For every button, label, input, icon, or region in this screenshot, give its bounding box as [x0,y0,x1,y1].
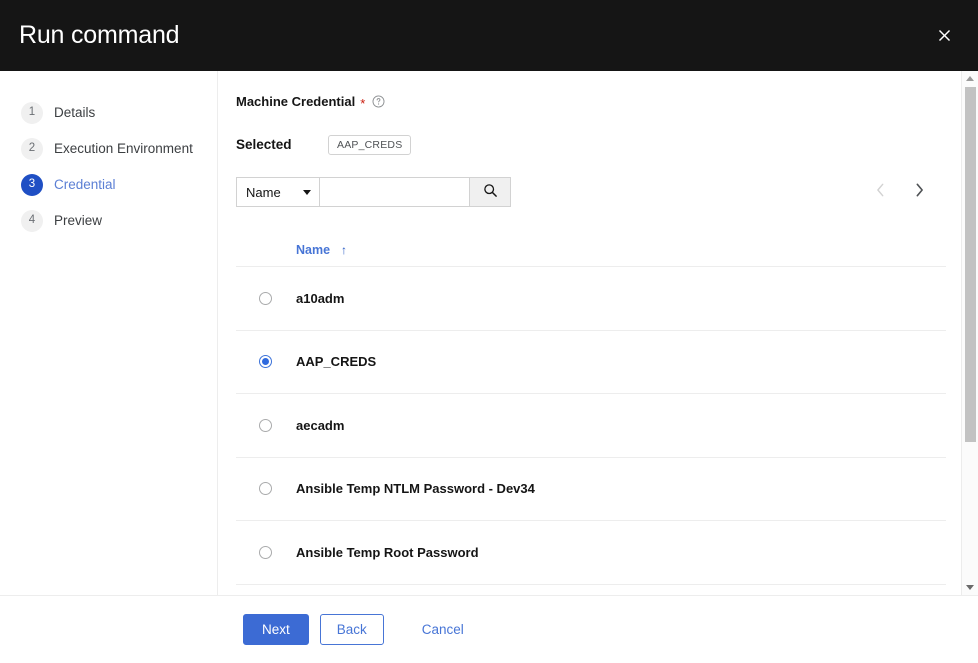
table-row[interactable]: a10adm [236,267,946,331]
step-label-credential: Credential [54,177,116,193]
search-input[interactable] [319,177,469,207]
selected-label: Selected [236,137,292,153]
modal-body: 1 Details 2 Execution Environment 3 Cred… [0,71,978,595]
machine-credential-label: Machine Credential [236,94,356,109]
credential-table: Name ↑ a10adm AAP_CREDS aecadm Ansible T… [236,233,946,585]
credential-radio[interactable] [259,355,272,369]
credential-radio[interactable] [259,291,272,305]
credential-name: AAP_CREDS [296,354,377,370]
credential-name: a10adm [296,290,345,306]
step-label-execution-environment: Execution Environment [54,141,193,157]
wizard-step-nav: 1 Details 2 Execution Environment 3 Cred… [0,71,218,595]
step-number-2: 2 [21,138,43,160]
sidebar-item-credential[interactable]: 3 Credential [0,167,217,203]
triangle-up-icon [966,76,974,81]
sidebar-item-details[interactable]: 1 Details [0,95,217,131]
credential-name: Ansible Temp Root Password [296,544,479,560]
machine-credential-label-row: Machine Credential * [236,94,946,111]
table-row[interactable]: Ansible Temp Root Password [236,521,946,585]
pagination-controls [870,177,946,202]
close-icon [937,28,952,43]
credential-radio[interactable] [259,545,272,559]
step-number-4: 4 [21,210,43,232]
chevron-right-icon [915,183,924,200]
page-title: Run command [19,21,180,49]
table-row[interactable]: Ansible Temp NTLM Password - Dev34 [236,458,946,521]
credential-toolbar: Name [236,177,946,207]
search-icon [483,183,498,201]
modal-header: Run command [0,0,978,71]
search-group: Name [236,177,511,207]
row-radio-cell [236,545,296,559]
credential-radio[interactable] [259,482,272,496]
credential-step-panel: Machine Credential * Selected AAP_CREDS [218,71,978,595]
credential-name: aecadm [296,417,345,433]
table-row[interactable]: aecadm [236,394,946,458]
step-number-1: 1 [21,102,43,124]
required-indicator: * [360,96,366,111]
sidebar-item-execution-environment[interactable]: 2 Execution Environment [0,131,217,167]
credential-step-content: Machine Credential * Selected AAP_CREDS [218,71,978,585]
modal-footer: Next Back Cancel [0,595,978,663]
scrollbar-thumb[interactable] [964,87,976,442]
vertical-scrollbar[interactable] [961,71,978,595]
sort-ascending-icon: ↑ [341,242,348,257]
wizard-step-list: 1 Details 2 Execution Environment 3 Cred… [0,95,217,239]
column-header-name-label: Name [296,242,331,257]
chevron-left-icon [876,183,885,200]
cancel-button[interactable]: Cancel [418,617,468,643]
selected-credential-row: Selected AAP_CREDS [236,133,946,157]
next-button[interactable]: Next [243,613,309,646]
scroll-up-button[interactable] [962,71,978,86]
step-label-details: Details [54,105,96,121]
close-button[interactable] [928,20,960,52]
triangle-down-icon [966,585,974,590]
back-button[interactable]: Back [319,613,384,646]
row-radio-cell [236,291,296,305]
column-header-name-sort[interactable]: Name ↑ [296,243,347,257]
row-radio-cell [236,482,296,496]
step-number-3: 3 [21,174,43,196]
sidebar-item-preview[interactable]: 4 Preview [0,203,217,239]
selected-credential-chip: AAP_CREDS [328,134,412,156]
next-page-button[interactable] [909,181,930,202]
chevron-down-icon [303,189,311,195]
credential-radio[interactable] [259,418,272,432]
table-header-row: Name ↑ [236,233,946,267]
help-circle-icon[interactable] [372,95,385,108]
table-row[interactable]: AAP_CREDS [236,331,946,394]
row-radio-cell [236,355,296,369]
previous-page-button[interactable] [870,181,891,202]
scroll-down-button[interactable] [962,580,978,595]
row-radio-cell [236,418,296,432]
search-filter-select[interactable]: Name [236,177,319,207]
step-label-preview: Preview [54,213,103,229]
search-filter-value: Name [246,184,281,200]
search-button[interactable] [469,177,511,207]
credential-name: Ansible Temp NTLM Password - Dev34 [296,481,535,497]
run-command-wizard-modal: Run command 1 Details 2 Execution Enviro… [0,0,978,663]
